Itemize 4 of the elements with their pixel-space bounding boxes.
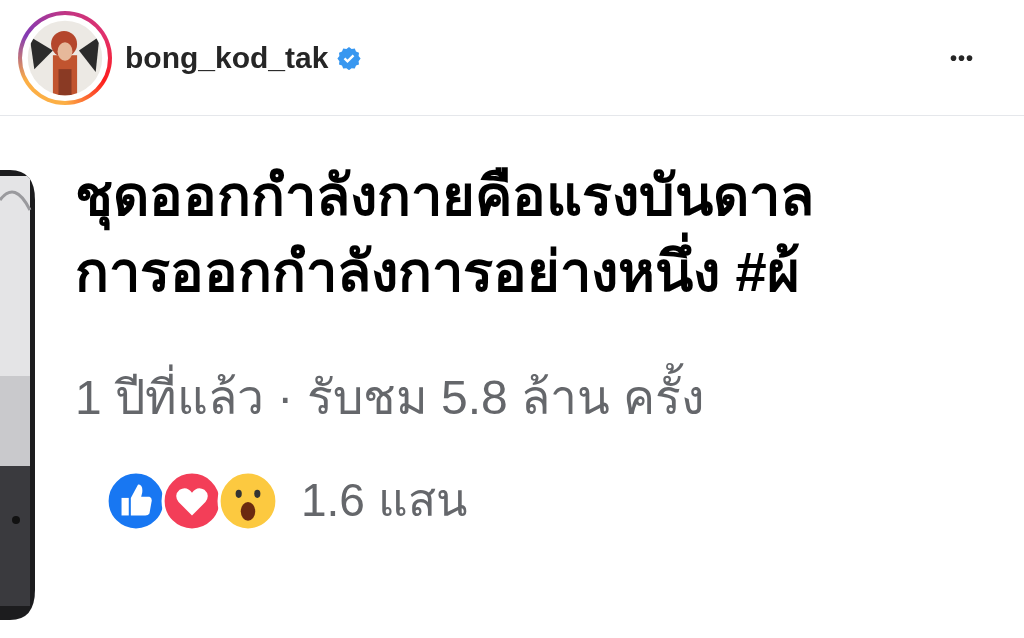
reaction-count[interactable]: 1.6 แสน xyxy=(301,466,467,535)
more-options-button[interactable]: ••• xyxy=(950,42,974,73)
username[interactable]: bong_kod_tak xyxy=(125,35,329,80)
post-text-line: การออกกำลังการอย่างหนึ่ง #ผ้ xyxy=(75,234,814,310)
